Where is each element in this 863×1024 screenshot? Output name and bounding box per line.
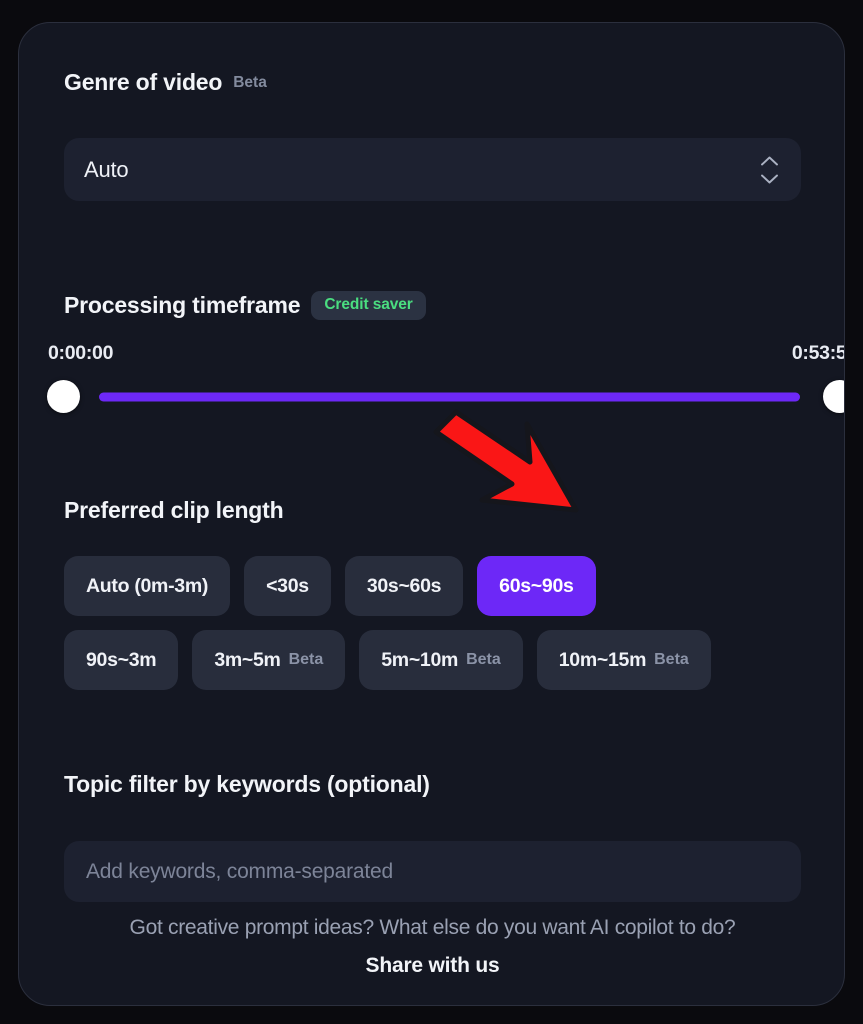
- clip-length-option-30s-60s[interactable]: 30s~60s: [344, 556, 464, 616]
- timeframe-range-labels: 0:00:00 0:53:59: [48, 342, 844, 366]
- preferred-clip-length-section: Preferred clip length Auto (0m-3m) <30s …: [64, 497, 824, 690]
- clip-length-option-60s-90s[interactable]: 60s~90s: [477, 556, 596, 616]
- keywords-input[interactable]: Add keywords, comma-separated: [64, 841, 801, 902]
- share-with-us-link[interactable]: Share with us: [366, 954, 500, 978]
- timeframe-end-label: 0:53:59: [791, 341, 844, 364]
- clip-length-label: <30s: [266, 574, 309, 597]
- footer-section: Got creative prompt ideas? What else do …: [64, 916, 801, 978]
- clip-length-beta-badge: Beta: [288, 651, 324, 668]
- clip-length-label: 5m~10m: [381, 648, 459, 671]
- clip-length-label: 60s~90s: [499, 574, 574, 597]
- footer-prompt-text: Got creative prompt ideas? What else do …: [129, 916, 736, 939]
- clip-length-label: Auto (0m-3m): [86, 574, 209, 597]
- clip-length-option-10m-15m[interactable]: 10m~15m Beta: [536, 630, 711, 690]
- clip-length-row-2: 90s~3m 3m~5m Beta 5m~10m Beta 10m~15m Be…: [64, 630, 824, 690]
- clip-length-label: 3m~5m: [214, 648, 281, 671]
- processing-timeframe-title: Processing timeframe: [64, 291, 301, 318]
- genre-select[interactable]: Auto: [64, 138, 801, 201]
- processing-timeframe-heading: Processing timeframe Credit saver: [64, 291, 837, 320]
- genre-beta-badge: Beta: [233, 73, 267, 91]
- keywords-input-placeholder: Add keywords, comma-separated: [86, 859, 394, 883]
- chevron-up-icon[interactable]: [760, 155, 779, 166]
- slider-handle-end[interactable]: [823, 380, 844, 413]
- clip-length-option-5m-10m[interactable]: 5m~10m Beta: [359, 630, 523, 690]
- clip-length-option-under-30s[interactable]: <30s: [244, 556, 331, 616]
- clip-length-row-1: Auto (0m-3m) <30s 30s~60s 60s~90s: [64, 556, 824, 616]
- processing-timeframe-section: Processing timeframe Credit saver 0:00:0…: [47, 291, 844, 414]
- slider-track[interactable]: [99, 392, 800, 401]
- preferred-clip-length-heading: Preferred clip length: [64, 497, 824, 524]
- clip-length-label: 90s~3m: [86, 648, 157, 671]
- timeframe-start-label: 0:00:00: [48, 341, 114, 364]
- clip-length-option-3m-5m[interactable]: 3m~5m Beta: [192, 630, 346, 690]
- topic-filter-section: Topic filter by keywords (optional) Add …: [64, 771, 801, 902]
- genre-title: Genre of video: [64, 69, 223, 95]
- credit-saver-badge: Credit saver: [311, 291, 426, 320]
- clip-length-option-90s-3m[interactable]: 90s~3m: [64, 630, 179, 690]
- topic-filter-heading: Topic filter by keywords (optional): [64, 771, 801, 798]
- topic-filter-title: Topic filter by keywords (optional): [64, 771, 430, 797]
- clip-length-option-auto[interactable]: Auto (0m-3m): [64, 556, 231, 616]
- genre-section: Genre of video Beta Auto: [64, 69, 801, 201]
- genre-heading: Genre of video Beta: [64, 69, 801, 96]
- clip-length-label: 10m~15m: [558, 648, 647, 671]
- genre-stepper[interactable]: [760, 155, 779, 184]
- preferred-clip-length-title: Preferred clip length: [64, 497, 284, 523]
- clip-length-label: 30s~60s: [366, 574, 442, 597]
- clip-length-beta-badge: Beta: [654, 651, 689, 668]
- app-screen: Genre of video Beta Auto Processing time…: [0, 0, 863, 1024]
- settings-panel: Genre of video Beta Auto Processing time…: [18, 22, 845, 1006]
- clip-length-beta-badge: Beta: [466, 651, 501, 668]
- slider-handle-start[interactable]: [47, 380, 80, 413]
- chevron-down-icon[interactable]: [760, 173, 779, 184]
- timeframe-range-slider[interactable]: [47, 380, 844, 414]
- genre-selected-value: Auto: [84, 156, 129, 182]
- settings-panel-body: Genre of video Beta Auto Processing time…: [19, 23, 844, 1005]
